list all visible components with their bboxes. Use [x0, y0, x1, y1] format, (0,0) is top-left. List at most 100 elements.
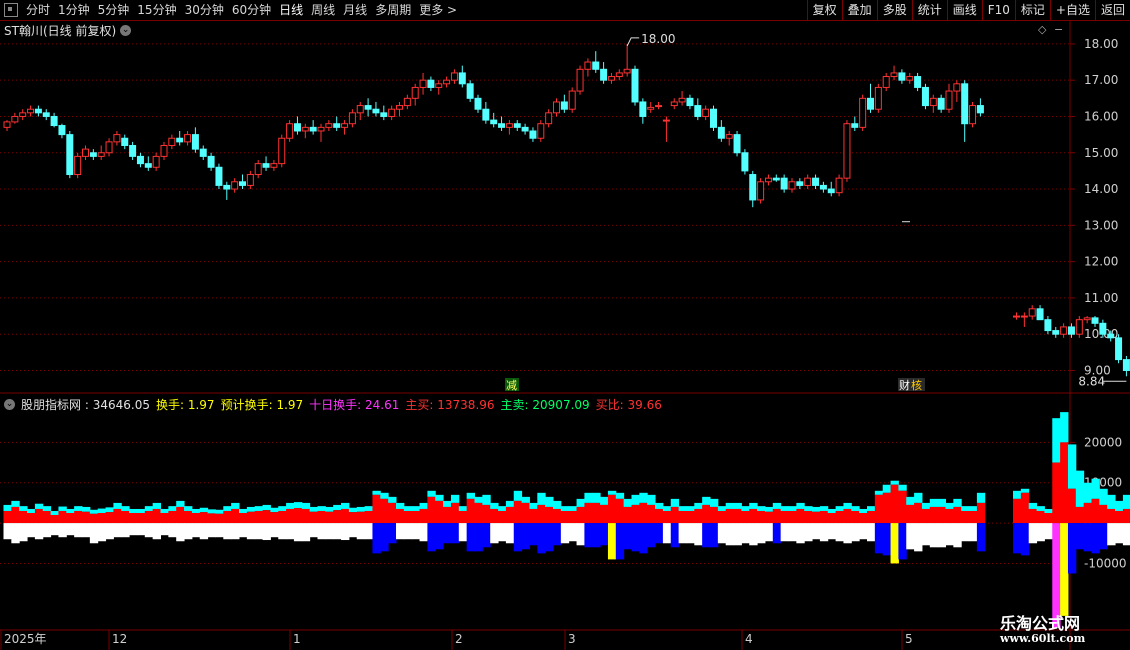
sell-bar	[498, 506, 507, 511]
flow-bar	[286, 523, 295, 540]
buy-bar	[42, 510, 52, 524]
flow-bar	[348, 523, 358, 538]
flow-bar	[1036, 523, 1045, 542]
buy-bar	[662, 510, 672, 524]
candle-body	[725, 134, 733, 139]
buy-bar	[937, 506, 946, 524]
candle-body	[788, 181, 796, 190]
flow-bar	[812, 523, 821, 540]
flow-bar	[553, 523, 562, 546]
candle-body	[851, 123, 859, 128]
buy-bar	[246, 511, 256, 524]
candle-body	[443, 79, 451, 85]
candle-body	[505, 123, 513, 128]
buy-bar	[1044, 513, 1053, 524]
sell-bar	[694, 502, 703, 509]
flow-bar	[450, 523, 460, 544]
buy-bar	[1075, 506, 1085, 524]
flow-bar	[427, 523, 436, 552]
buy-bar	[380, 498, 389, 524]
stock-chart[interactable]: 18.00 17.00 16.00 15.00 14.00 13.00 12.00 11.00…	[0, 0, 1130, 650]
flow-bar	[796, 523, 805, 544]
flow-bar	[576, 523, 585, 546]
flow-bar	[466, 523, 475, 552]
flow-bar	[341, 523, 350, 541]
buy-bar	[293, 508, 303, 524]
flow-bar	[521, 523, 530, 550]
candle-body	[301, 126, 309, 132]
buy-bar	[678, 510, 687, 524]
candle-body	[560, 101, 568, 110]
sell-bar	[733, 502, 742, 509]
flow-bar	[1122, 523, 1130, 546]
sell-bar	[309, 506, 318, 512]
sell-bar	[89, 509, 99, 514]
buy-bar	[631, 504, 640, 524]
flow-bar	[136, 523, 146, 536]
watermark-url: www.60lt.com	[1000, 632, 1086, 645]
flow-bar	[498, 523, 507, 542]
buy-bar	[223, 510, 232, 524]
candle-body	[144, 163, 152, 168]
flow-bar	[262, 523, 271, 541]
flow-bar	[961, 523, 970, 542]
flow-bar	[945, 523, 954, 546]
flow-bar	[513, 523, 523, 552]
buy-bar	[27, 513, 36, 524]
candle-body	[607, 76, 615, 81]
flow-bar	[505, 523, 515, 544]
sell-bar	[11, 500, 20, 507]
candle-body	[286, 123, 294, 139]
sell-bar	[215, 509, 224, 514]
high-marker-line	[626, 37, 640, 47]
flow-bar	[835, 523, 844, 542]
candle-body	[521, 126, 529, 132]
buy-bar	[804, 510, 813, 524]
flow-bar	[764, 523, 774, 542]
sell-bar	[356, 506, 366, 512]
sell-bar	[223, 506, 232, 511]
flow-bar	[199, 523, 209, 540]
candle-body	[215, 166, 223, 186]
buy-bar	[403, 510, 413, 524]
candle-body	[427, 79, 435, 88]
flow-bar	[819, 523, 829, 542]
flow-bar	[278, 523, 287, 540]
flow-bar	[293, 523, 303, 542]
sell-bar	[1020, 488, 1030, 493]
candle-body	[317, 126, 325, 132]
sell-bar	[780, 506, 789, 511]
sell-bar	[325, 506, 334, 512]
flow-bar	[105, 523, 114, 540]
buy-bar	[859, 513, 868, 524]
candle-body	[1083, 317, 1091, 321]
sell-bar	[278, 506, 287, 511]
price-tick-label: 14.00	[1084, 182, 1118, 196]
candle-body	[1060, 326, 1068, 335]
flow-bar	[600, 523, 609, 546]
sell-bar	[867, 506, 876, 511]
flow-bar	[239, 523, 248, 538]
sell-bar	[890, 480, 899, 485]
sell-bar	[851, 506, 860, 511]
sell-bar	[576, 498, 585, 507]
flow-bar	[74, 523, 83, 538]
sell-bar	[364, 506, 373, 511]
candle-body	[121, 137, 129, 146]
buy-bar	[443, 506, 452, 524]
sell-bar	[670, 498, 680, 507]
sell-bar	[450, 494, 460, 503]
flow-bar	[191, 523, 201, 538]
sell-bar	[1115, 500, 1124, 511]
buy-bar	[231, 508, 240, 524]
buy-bar	[1107, 508, 1116, 524]
candle-body	[733, 134, 741, 154]
sell-bar	[749, 502, 758, 509]
sell-bar	[1060, 412, 1069, 443]
flow-bar	[710, 523, 719, 548]
candle-body	[702, 108, 710, 117]
sell-bar	[396, 502, 405, 509]
buy-bar	[702, 504, 711, 524]
sell-bar	[600, 496, 609, 505]
date-tick-label: 5	[905, 632, 913, 646]
